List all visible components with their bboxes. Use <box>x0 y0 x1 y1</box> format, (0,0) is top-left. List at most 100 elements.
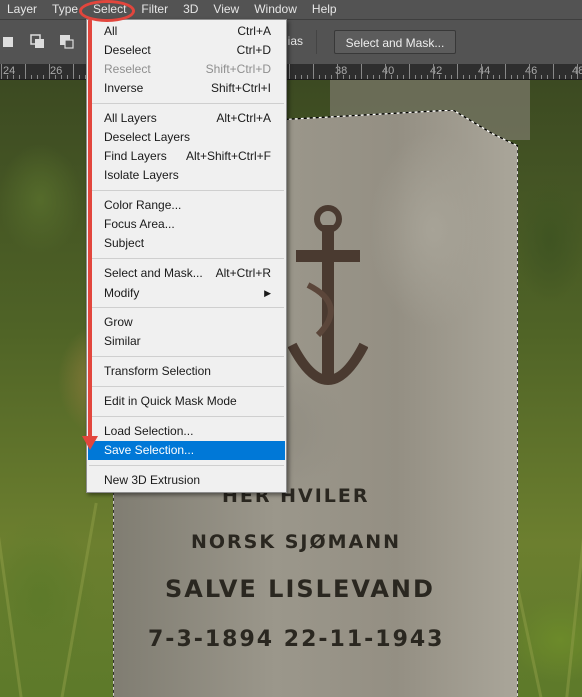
menu-item-label: Deselect Layers <box>104 130 191 144</box>
ruler-tick <box>475 75 476 79</box>
menu-item-find-layers[interactable]: Find Layers Alt+Shift+Ctrl+F <box>88 147 285 166</box>
ruler-tick <box>559 75 560 79</box>
ruler-tick <box>427 75 428 79</box>
ruler-tick <box>55 75 56 79</box>
ruler-tick <box>577 64 578 79</box>
ruler-tick <box>511 75 512 79</box>
ruler-tick <box>73 64 74 79</box>
menu-item-label: Select and Mask... <box>104 266 203 280</box>
ruler-tick <box>385 64 386 79</box>
ruler-tick <box>319 75 320 79</box>
menu-item-all-layers[interactable]: All Layers Alt+Ctrl+A <box>88 109 285 128</box>
ruler-tick <box>31 75 32 79</box>
menu-divider <box>89 190 284 191</box>
menu-item-label: Inverse <box>104 81 144 95</box>
ruler-tick <box>529 64 530 79</box>
menu-item-label: Reselect <box>104 62 151 76</box>
menu-view[interactable]: View <box>206 0 247 19</box>
ruler-label: 40 <box>382 65 395 77</box>
menu-item-select-and-mask[interactable]: Select and Mask... Alt+Ctrl+R <box>88 264 285 283</box>
menu-item-shortcut: Shift+Ctrl+D <box>205 62 271 76</box>
menu-item-grow[interactable]: Grow <box>88 313 285 332</box>
menu-item-quick-mask[interactable]: Edit in Quick Mask Mode <box>88 392 285 411</box>
ruler-tick <box>337 64 338 79</box>
menu-filter[interactable]: Filter <box>134 0 176 19</box>
menu-item-deselect[interactable]: Deselect Ctrl+D <box>88 41 285 60</box>
ruler-tick <box>493 75 494 79</box>
menu-item-load-selection[interactable]: Load Selection... <box>88 422 285 441</box>
menu-select[interactable]: Select <box>86 0 134 19</box>
menu-item-subject[interactable]: Subject <box>88 234 285 253</box>
ruler-tick <box>295 75 296 79</box>
ruler-label: 42 <box>430 65 443 77</box>
ruler-tick <box>553 64 554 79</box>
menu-item-deselect-layers[interactable]: Deselect Layers <box>88 128 285 147</box>
grass-blade <box>0 462 23 697</box>
ruler-tick <box>517 75 518 79</box>
select-and-mask-button[interactable]: Select and Mask... <box>334 30 456 54</box>
menu-item-shortcut: Ctrl+A <box>237 24 271 38</box>
ruler-tick <box>19 75 20 79</box>
submenu-arrow-icon: ▶ <box>264 288 271 298</box>
menu-item-label: Transform Selection <box>104 364 211 378</box>
menu-item-focus-area[interactable]: Focus Area... <box>88 215 285 234</box>
menu-item-shortcut: Alt+Ctrl+R <box>215 266 271 280</box>
ruler-tick <box>361 64 362 79</box>
ruler-tick <box>415 75 416 79</box>
menu-item-similar[interactable]: Similar <box>88 332 285 351</box>
add-to-selection-icon[interactable] <box>30 34 46 50</box>
menu-window[interactable]: Window <box>247 0 305 19</box>
options-divider <box>316 30 317 54</box>
menu-item-all[interactable]: All Ctrl+A <box>88 22 285 41</box>
menu-item-label: Isolate Layers <box>104 168 179 182</box>
menu-item-label: Find Layers <box>104 149 167 163</box>
ruler-tick <box>325 75 326 79</box>
menu-item-shortcut: Alt+Ctrl+A <box>216 111 271 125</box>
menu-item-label: All Layers <box>104 111 157 125</box>
ruler-tick <box>1 64 2 79</box>
ruler-tick <box>433 64 434 79</box>
ruler-tick <box>67 75 68 79</box>
ruler-tick <box>7 75 8 79</box>
new-selection-icon[interactable] <box>2 34 18 50</box>
ruler-tick <box>373 75 374 79</box>
menu-help[interactable]: Help <box>305 0 345 19</box>
menu-divider <box>89 103 284 104</box>
menu-item-transform-selection[interactable]: Transform Selection <box>88 362 285 381</box>
menu-item-label: Grow <box>104 315 133 329</box>
ruler-tick <box>343 75 344 79</box>
ruler-tick <box>547 75 548 79</box>
ruler-tick <box>445 75 446 79</box>
menu-item-label: Load Selection... <box>104 424 194 438</box>
anti-alias-label[interactable]: lias <box>285 34 303 48</box>
ruler-tick <box>469 75 470 79</box>
menu-item-shortcut: Alt+Shift+Ctrl+F <box>185 149 271 163</box>
menu-item-label: Focus Area... <box>104 217 175 231</box>
menu-item-inverse[interactable]: Inverse Shift+Ctrl+I <box>88 79 285 98</box>
menu-layer[interactable]: Layer <box>0 0 45 19</box>
menu-3d[interactable]: 3D <box>176 0 206 19</box>
menu-item-save-selection[interactable]: Save Selection... <box>88 441 285 460</box>
ruler-label: 44 <box>478 65 491 77</box>
ruler-tick <box>541 75 542 79</box>
menu-item-modify[interactable]: Modify ▶ <box>88 284 285 303</box>
ruler-tick <box>307 75 308 79</box>
ruler-tick <box>13 75 14 79</box>
menu-item-label: Deselect <box>104 43 151 57</box>
ruler-tick <box>61 75 62 79</box>
menu-item-shortcut: Ctrl+D <box>236 43 271 57</box>
menu-type[interactable]: Type <box>45 0 86 19</box>
menu-item-new-3d-extrusion[interactable]: New 3D Extrusion <box>88 471 285 490</box>
menu-item-label: New 3D Extrusion <box>104 473 201 487</box>
menu-item-reselect: Reselect Shift+Ctrl+D <box>88 60 285 79</box>
ruler-tick <box>289 64 290 79</box>
ruler-tick <box>463 75 464 79</box>
ruler-tick <box>313 64 314 79</box>
grass-blade <box>60 502 98 697</box>
menu-item-color-range[interactable]: Color Range... <box>88 196 285 215</box>
ruler-tick <box>487 75 488 79</box>
subtract-from-selection-icon[interactable] <box>59 34 75 50</box>
menu-item-isolate-layers[interactable]: Isolate Layers <box>88 166 285 185</box>
ruler-tick <box>355 75 356 79</box>
menu-divider <box>89 356 284 357</box>
